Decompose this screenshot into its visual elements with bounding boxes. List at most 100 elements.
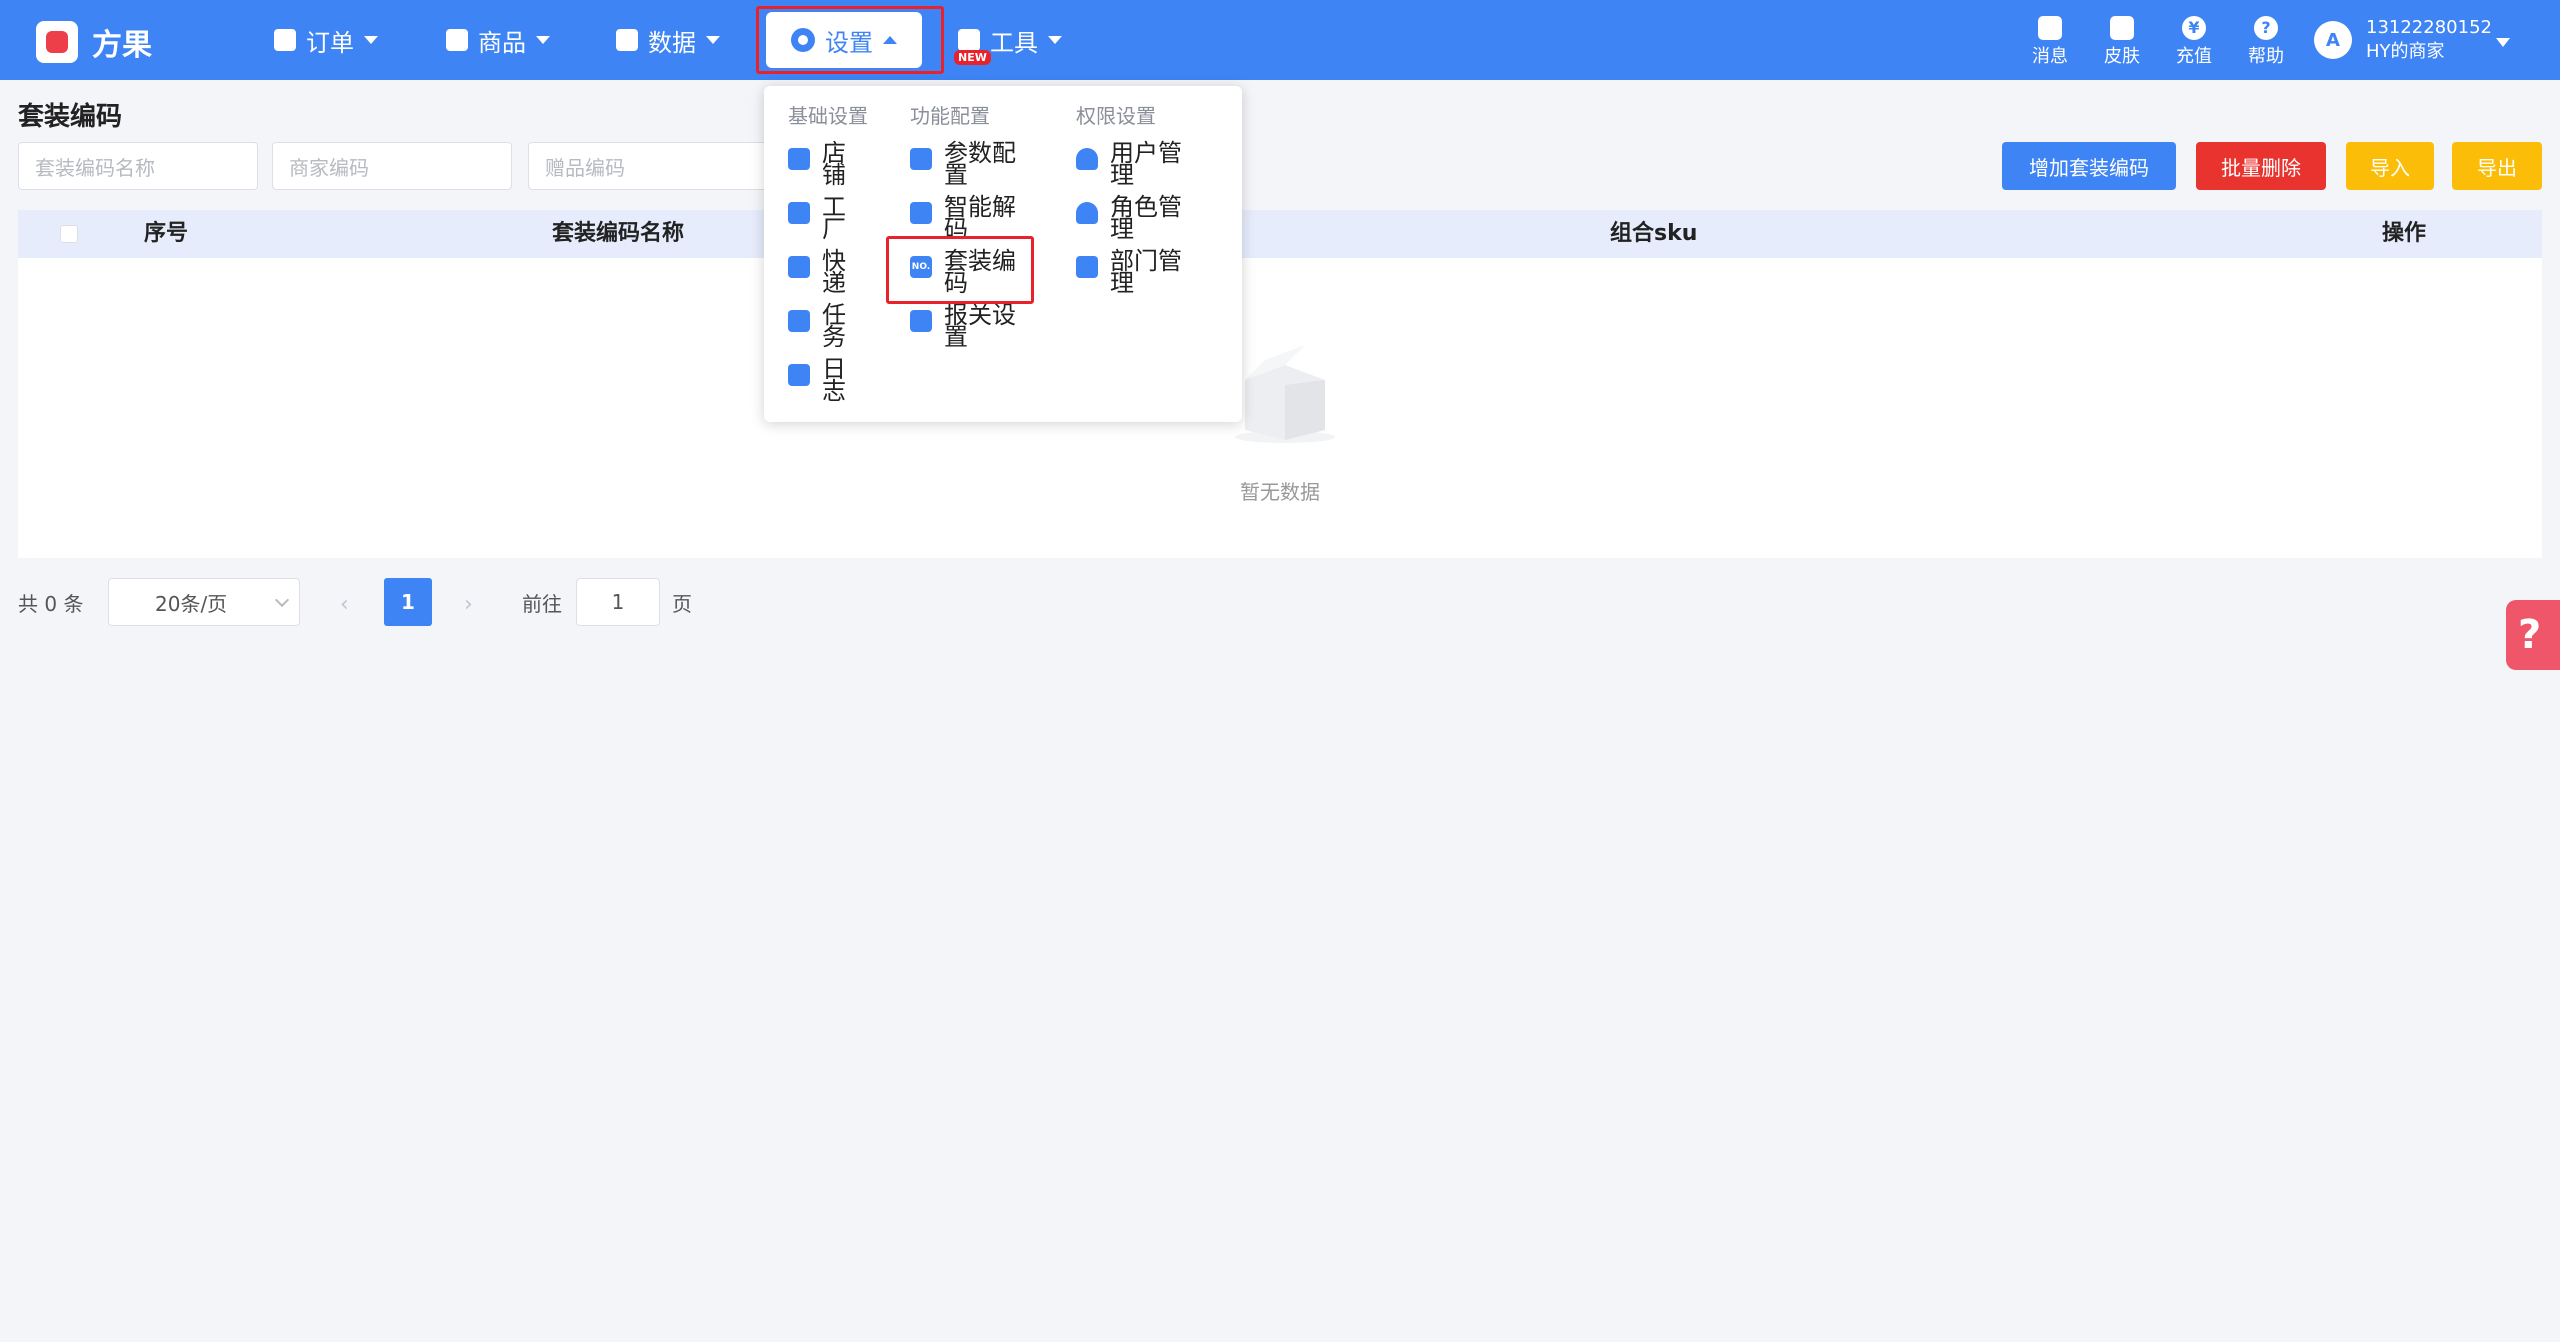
caret-down-icon [536, 36, 550, 44]
column-index: 序号 [144, 221, 189, 246]
column-combo-name: 套装编码名称 [552, 221, 685, 246]
menu-item-label: 智能解码 [944, 193, 1016, 243]
nav-orders[interactable]: 订单 [274, 20, 378, 60]
page-title: 套装编码 [18, 102, 123, 132]
caret-down-icon [1048, 36, 1062, 44]
menu-item-label: 工厂 [822, 193, 846, 243]
task-list-icon [788, 310, 810, 332]
menu-item-label: 快递 [822, 247, 846, 297]
menu-item-department-management[interactable]: 部门管理 [1076, 247, 1186, 297]
user-menu[interactable]: A 13122280152 HY的商家 [2314, 16, 2492, 64]
header-permission-settings: 权限设置 [1076, 104, 1156, 128]
role-icon [1076, 202, 1098, 224]
pagination-total: 共 0 条 [18, 591, 84, 616]
nav-orders-label: 订单 [306, 28, 354, 57]
question-icon: ? [2254, 16, 2278, 40]
brand-logo[interactable]: 方果 [36, 20, 152, 64]
add-combo-code-button[interactable]: 增加套装编码 [2002, 142, 2176, 190]
menu-item-label: 用户管理 [1110, 139, 1182, 189]
menu-item-user-management[interactable]: 用户管理 [1076, 139, 1186, 189]
floating-help-button[interactable]: ? [2506, 600, 2560, 670]
new-badge: NEW [954, 50, 991, 65]
user-shop: HY的商家 [2366, 41, 2445, 62]
column-combo-sku: 组合sku [1610, 221, 1698, 246]
export-button[interactable]: 导出 [2452, 142, 2542, 190]
brand-name: 方果 [92, 28, 152, 63]
column-actions: 操作 [2382, 221, 2427, 246]
chart-icon [616, 29, 638, 51]
header-basic-settings: 基础设置 [788, 104, 868, 128]
combo-name-input[interactable]: 套装编码名称 [18, 142, 258, 190]
merchant-code-input[interactable]: 商家编码 [272, 142, 512, 190]
menu-item-label: 日志 [822, 355, 846, 405]
settings-highlight-box [756, 6, 944, 74]
customs-icon [910, 310, 932, 332]
caret-down-icon [706, 36, 720, 44]
menu-item-label: 角色管理 [1110, 193, 1182, 243]
factory-icon [788, 202, 810, 224]
gift-code-input[interactable]: 赠品编码 [528, 142, 768, 190]
clipboard-icon [274, 29, 296, 51]
nav-products-label: 商品 [478, 28, 526, 57]
menu-item-logs[interactable]: 日志 [788, 355, 852, 405]
menu-item-label: 部门管理 [1110, 247, 1182, 297]
menu-item-label: 店铺 [822, 139, 846, 189]
menu-item-shop[interactable]: 店铺 [788, 139, 852, 189]
nav-products[interactable]: 商品 [446, 20, 550, 60]
menu-item-express[interactable]: 快递 [788, 247, 852, 297]
empty-state-text: 暂无数据 [1240, 480, 1320, 504]
table-header: 序号 套装编码名称 组合sku 操作 [18, 210, 2542, 258]
menu-item-customs-settings[interactable]: 报关设置 [910, 301, 1020, 351]
menu-item-label: 报关设置 [944, 301, 1016, 351]
help-label: 帮助 [2248, 46, 2284, 67]
menu-item-label: 参数配置 [944, 139, 1016, 189]
package-icon [788, 256, 810, 278]
page-size-select[interactable]: 20条/页 [108, 578, 300, 626]
sliders-icon [910, 148, 932, 170]
goto-label: 前往 [522, 591, 562, 616]
messages-button[interactable]: 消息 [2020, 16, 2080, 68]
avatar: A [2314, 21, 2352, 59]
menu-item-role-management[interactable]: 角色管理 [1076, 193, 1186, 243]
select-all-checkbox[interactable] [60, 225, 78, 243]
recharge-label: 充值 [2176, 46, 2212, 67]
shirt-icon [2110, 16, 2134, 40]
current-page-button[interactable]: 1 [384, 578, 432, 626]
batch-delete-button[interactable]: 批量删除 [2196, 142, 2326, 190]
prev-page-button[interactable]: ‹ [340, 592, 349, 617]
skin-label: 皮肤 [2104, 46, 2140, 67]
recharge-button[interactable]: ¥ 充值 [2164, 16, 2224, 68]
header-feature-config: 功能配置 [910, 104, 990, 128]
empty-box-icon [1235, 345, 1335, 443]
menu-item-param-config[interactable]: 参数配置 [910, 139, 1020, 189]
user-caret-down-icon[interactable] [2496, 38, 2510, 47]
user-phone: 13122280152 [2366, 17, 2492, 38]
menu-item-tasks[interactable]: 任务 [788, 301, 852, 351]
store-icon [788, 148, 810, 170]
menu-item-smart-decode[interactable]: 智能解码 [910, 193, 1020, 243]
skin-button[interactable]: 皮肤 [2092, 16, 2152, 68]
nav-data-label: 数据 [648, 28, 696, 57]
combo-code-highlight-box [886, 236, 1034, 304]
page-size-value: 20条/页 [155, 591, 228, 616]
grid-icon [1076, 256, 1098, 278]
page-unit-label: 页 [672, 591, 692, 616]
top-navbar: 方果 订单 商品 数据 设置 工具 NEW 消息 皮肤 ¥ 充值 ? 帮助 A … [0, 0, 2560, 80]
menu-item-factory[interactable]: 工厂 [788, 193, 852, 243]
goto-page-input[interactable]: 1 [576, 578, 660, 626]
user-icon [1076, 148, 1098, 170]
nav-tools-label: 工具 [990, 28, 1038, 57]
menu-item-label: 任务 [822, 301, 846, 351]
nav-data[interactable]: 数据 [616, 20, 720, 60]
messages-label: 消息 [2032, 46, 2068, 67]
bag-icon [446, 29, 468, 51]
caret-down-icon [364, 36, 378, 44]
decode-icon [910, 202, 932, 224]
yen-icon: ¥ [2182, 16, 2206, 40]
help-button[interactable]: ? 帮助 [2236, 16, 2296, 68]
user-info: 13122280152 HY的商家 [2366, 16, 2492, 64]
next-page-button[interactable]: › [464, 592, 473, 617]
import-button[interactable]: 导入 [2346, 142, 2434, 190]
log-icon [788, 364, 810, 386]
box-icon [958, 29, 980, 51]
